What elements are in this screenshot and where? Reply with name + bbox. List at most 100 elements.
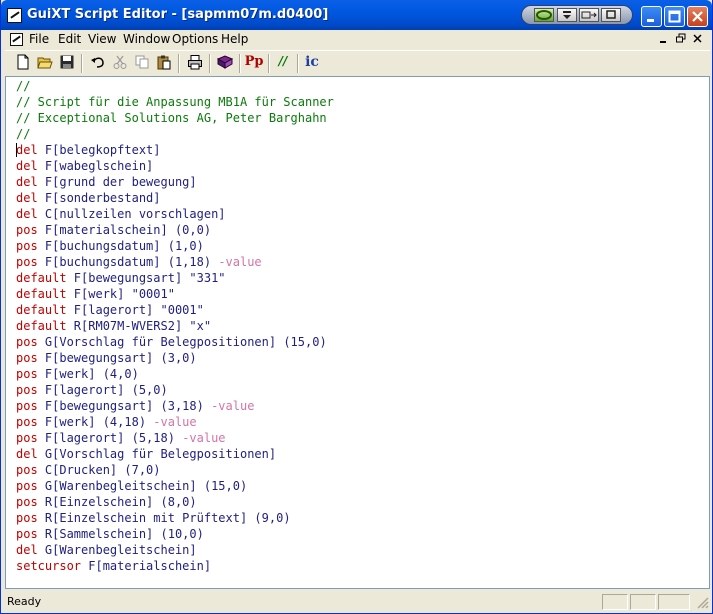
code-line[interactable]: default R[RM07M-WVERS2] "x" (16, 318, 334, 334)
save-icon (60, 55, 74, 69)
code-keyword: pos (16, 479, 38, 493)
save-button[interactable] (57, 54, 77, 72)
code-text: F[bewegungsart] "331" (66, 271, 226, 285)
resize-grip-icon[interactable] (696, 596, 709, 609)
code-text: F[bewegungsart] (3,18) (37, 399, 212, 413)
code-line[interactable]: pos F[werk] (4,18) -value (16, 414, 334, 430)
ic-button[interactable]: ic (302, 54, 322, 72)
status-panel-3 (658, 594, 690, 610)
code-line[interactable]: setcursor F[materialschein] (16, 558, 334, 574)
code-keyword: del (16, 159, 38, 173)
menu-bar: File Edit View Window Options Help (5, 30, 710, 48)
menu-edit[interactable]: Edit (58, 32, 81, 46)
code-keyword: del (16, 207, 38, 221)
code-text: R[Einzelschein mit Prüftext] (9,0) (37, 511, 291, 525)
code-line[interactable]: pos F[bewegungsart] (3,0) (16, 350, 334, 366)
tray-restore-icon[interactable] (601, 8, 621, 22)
book-button[interactable] (215, 54, 235, 72)
code-line[interactable]: pos R[Einzelschein] (8,0) (16, 494, 334, 510)
code-text: F[lagerort] (5,0) (37, 383, 168, 397)
mdi-restore-button[interactable] (674, 32, 688, 45)
code-line[interactable]: // (16, 78, 334, 94)
minimize-button[interactable] (641, 6, 662, 27)
code-line[interactable]: default F[lagerort] "0001" (16, 302, 334, 318)
code-line[interactable]: // (16, 126, 334, 142)
comment-button[interactable]: // (273, 54, 293, 72)
code-line[interactable]: // Exceptional Solutions AG, Peter Bargh… (16, 110, 334, 126)
mdi-minimize-button[interactable] (657, 32, 671, 45)
code-keyword: del (16, 191, 38, 205)
code-text: F[grund der bewegung] (37, 175, 197, 189)
menu-file[interactable]: File (29, 32, 49, 46)
status-panel-1 (602, 594, 628, 610)
nvidia-icon[interactable] (534, 8, 554, 22)
tray-move-icon[interactable] (579, 8, 599, 22)
code-line[interactable]: pos R[Sammelschein] (10,0) (16, 526, 334, 542)
code-line[interactable]: pos F[buchungsdatum] (1,18) -value (16, 254, 334, 270)
mdi-close-button[interactable] (691, 32, 705, 45)
code-keyword: default (16, 303, 67, 317)
menu-window[interactable]: Window (123, 32, 170, 46)
print-button[interactable] (185, 54, 205, 72)
status-bar: Ready (5, 592, 710, 612)
code-line[interactable]: pos F[bewegungsart] (3,18) -value (16, 398, 334, 414)
code-line[interactable]: pos C[Drucken] (7,0) (16, 462, 334, 478)
code-line[interactable]: pos G[Warenbegleitschein] (15,0) (16, 478, 334, 494)
open-folder-icon (37, 57, 53, 69)
code-text: G[Warenbegleitschein] (37, 543, 197, 557)
maximize-button[interactable] (664, 6, 685, 27)
mdi-minimize-icon (660, 41, 666, 43)
code-line[interactable]: del F[wabeglschein] (16, 158, 334, 174)
code-line[interactable]: pos F[lagerort] (5,0) (16, 382, 334, 398)
code-text: C[Drucken] (7,0) (37, 463, 161, 477)
menu-view[interactable]: View (88, 32, 116, 46)
code-keyword: setcursor (16, 559, 82, 573)
new-file-button[interactable] (13, 54, 33, 72)
text-caret (16, 143, 17, 157)
code-line[interactable]: pos R[Einzelschein mit Prüftext] (9,0) (16, 510, 334, 526)
code-line[interactable]: pos F[buchungsdatum] (1,0) (16, 238, 334, 254)
code-line[interactable]: pos F[lagerort] (5,18) -value (16, 430, 334, 446)
tray-menu-icon[interactable] (557, 8, 577, 22)
app-icon[interactable] (7, 8, 22, 23)
code-line[interactable]: // Script für die Anpassung MB1A für Sca… (16, 94, 334, 110)
code-line[interactable]: del C[nullzeilen vorschlagen] (16, 206, 334, 222)
code-line[interactable]: del G[Vorschlag für Belegpositionen] (16, 446, 334, 462)
code-text: F[wabeglschein] (37, 159, 154, 173)
code-line[interactable]: del F[grund der bewegung] (16, 174, 334, 190)
code-line[interactable]: default F[bewegungsart] "331" (16, 270, 334, 286)
code-line[interactable]: del F[sonderbestand] (16, 190, 334, 206)
code-line[interactable]: pos G[Vorschlag für Belegpositionen] (15… (16, 334, 334, 350)
title-bar[interactable]: GuiXT Script Editor - [sapmm07m.d0400] (1, 0, 712, 30)
code-line[interactable]: default F[werk] "0001" (16, 286, 334, 302)
paste-button[interactable] (154, 54, 174, 72)
status-text: Ready (7, 595, 42, 608)
pp-button[interactable]: Pp (244, 54, 264, 72)
code-content: // // Script für die Anpassung MB1A für S… (16, 78, 334, 574)
code-keyword: default (16, 271, 67, 285)
code-line[interactable]: pos F[werk] (4,0) (16, 366, 334, 382)
code-text: R[RM07M-WVERS2] "x" (66, 319, 212, 333)
code-text: R[Einzelschein] (8,0) (37, 495, 197, 509)
code-text: F[lagerort] "0001" (66, 303, 204, 317)
undo-button[interactable] (88, 54, 108, 72)
close-icon (692, 11, 703, 22)
code-keyword: pos (16, 415, 38, 429)
code-keyword: pos (16, 431, 38, 445)
menu-help[interactable]: Help (221, 32, 248, 46)
minimize-icon (647, 19, 654, 22)
cut-button[interactable] (110, 54, 130, 72)
menu-options[interactable]: Options (172, 32, 218, 46)
code-keyword: del (16, 543, 38, 557)
open-button[interactable] (35, 54, 55, 72)
close-button[interactable] (687, 6, 708, 27)
code-line[interactable]: pos F[materialschein] (0,0) (16, 222, 334, 238)
code-line[interactable]: del G[Warenbegleitschein] (16, 542, 334, 558)
script-editor[interactable]: // // Script für die Anpassung MB1A für S… (5, 76, 710, 589)
new-file-icon (17, 54, 29, 70)
code-text: F[materialschein] (81, 559, 212, 573)
document-icon[interactable] (10, 33, 23, 46)
copy-button[interactable] (132, 54, 152, 72)
code-option: -value (211, 399, 255, 413)
code-line[interactable]: del F[belegkopftext] (16, 142, 334, 158)
